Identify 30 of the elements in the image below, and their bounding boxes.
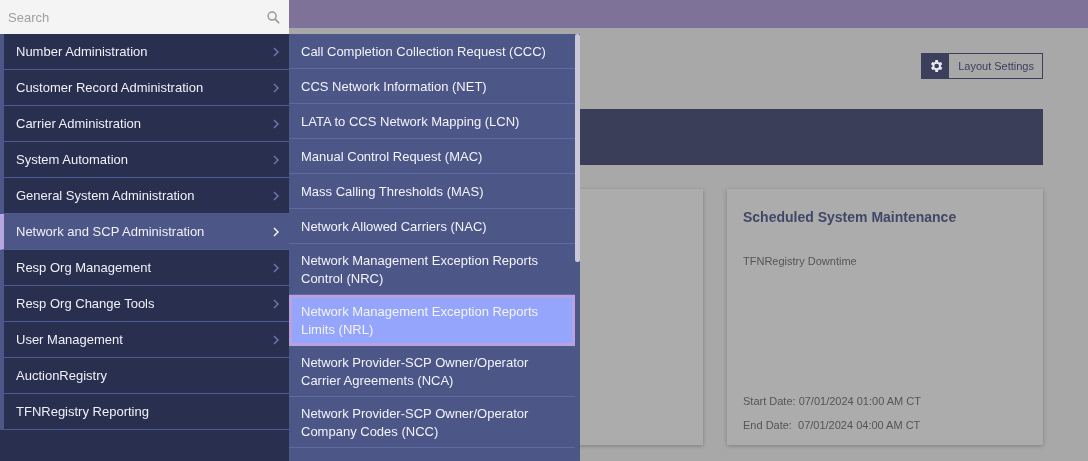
menu-item-label: Number Administration bbox=[16, 44, 148, 59]
menu-item-label: Resp Org Management bbox=[16, 260, 152, 275]
menu-item[interactable]: Network and SCP Administration bbox=[0, 214, 289, 250]
start-date: Start Date: 07/01/2024 01:00 AM CT bbox=[743, 395, 922, 407]
menu-item-label: User Management bbox=[16, 332, 123, 347]
menu-item[interactable]: AuctionRegistry bbox=[0, 358, 289, 394]
menu-item-label: AuctionRegistry bbox=[16, 368, 108, 383]
menu-item-label: TFNRegistry Reporting bbox=[16, 404, 149, 419]
menu-item[interactable]: User Management bbox=[0, 322, 289, 358]
menu-item[interactable]: Customer Record Administration bbox=[0, 70, 289, 106]
card-subtitle: TFNRegistry Downtime bbox=[743, 255, 858, 267]
menu-item[interactable]: System Automation bbox=[0, 142, 289, 178]
menu-item[interactable]: Resp Org Change Tools bbox=[0, 286, 289, 322]
menu-item-label: Resp Org Change Tools bbox=[16, 296, 155, 311]
scrollbar-thumb[interactable] bbox=[575, 34, 580, 262]
menu-item-label: Network and SCP Administration bbox=[16, 224, 205, 239]
search-field[interactable]: Search bbox=[0, 0, 289, 34]
menu-item-label: Carrier Administration bbox=[16, 116, 141, 131]
menu-item-label: Customer Record Administration bbox=[16, 80, 204, 95]
menu-item[interactable]: Carrier Administration bbox=[0, 106, 289, 142]
menu-item[interactable]: General System Administration bbox=[0, 178, 289, 214]
menu-item-label: System Automation bbox=[16, 152, 128, 167]
search-icon bbox=[267, 11, 280, 24]
menu-item[interactable]: Number Administration bbox=[0, 34, 289, 70]
card-title: Scheduled System Maintenance bbox=[743, 209, 958, 225]
layout-settings-button[interactable]: Layout Settings bbox=[921, 53, 1043, 79]
menu-item[interactable]: Resp Org Management bbox=[0, 250, 289, 286]
end-date: End Date: 07/01/2024 04:00 AM CT bbox=[743, 419, 922, 431]
menu-item-label: General System Administration bbox=[16, 188, 195, 203]
menu-item[interactable]: TFNRegistry Reporting bbox=[0, 394, 289, 430]
